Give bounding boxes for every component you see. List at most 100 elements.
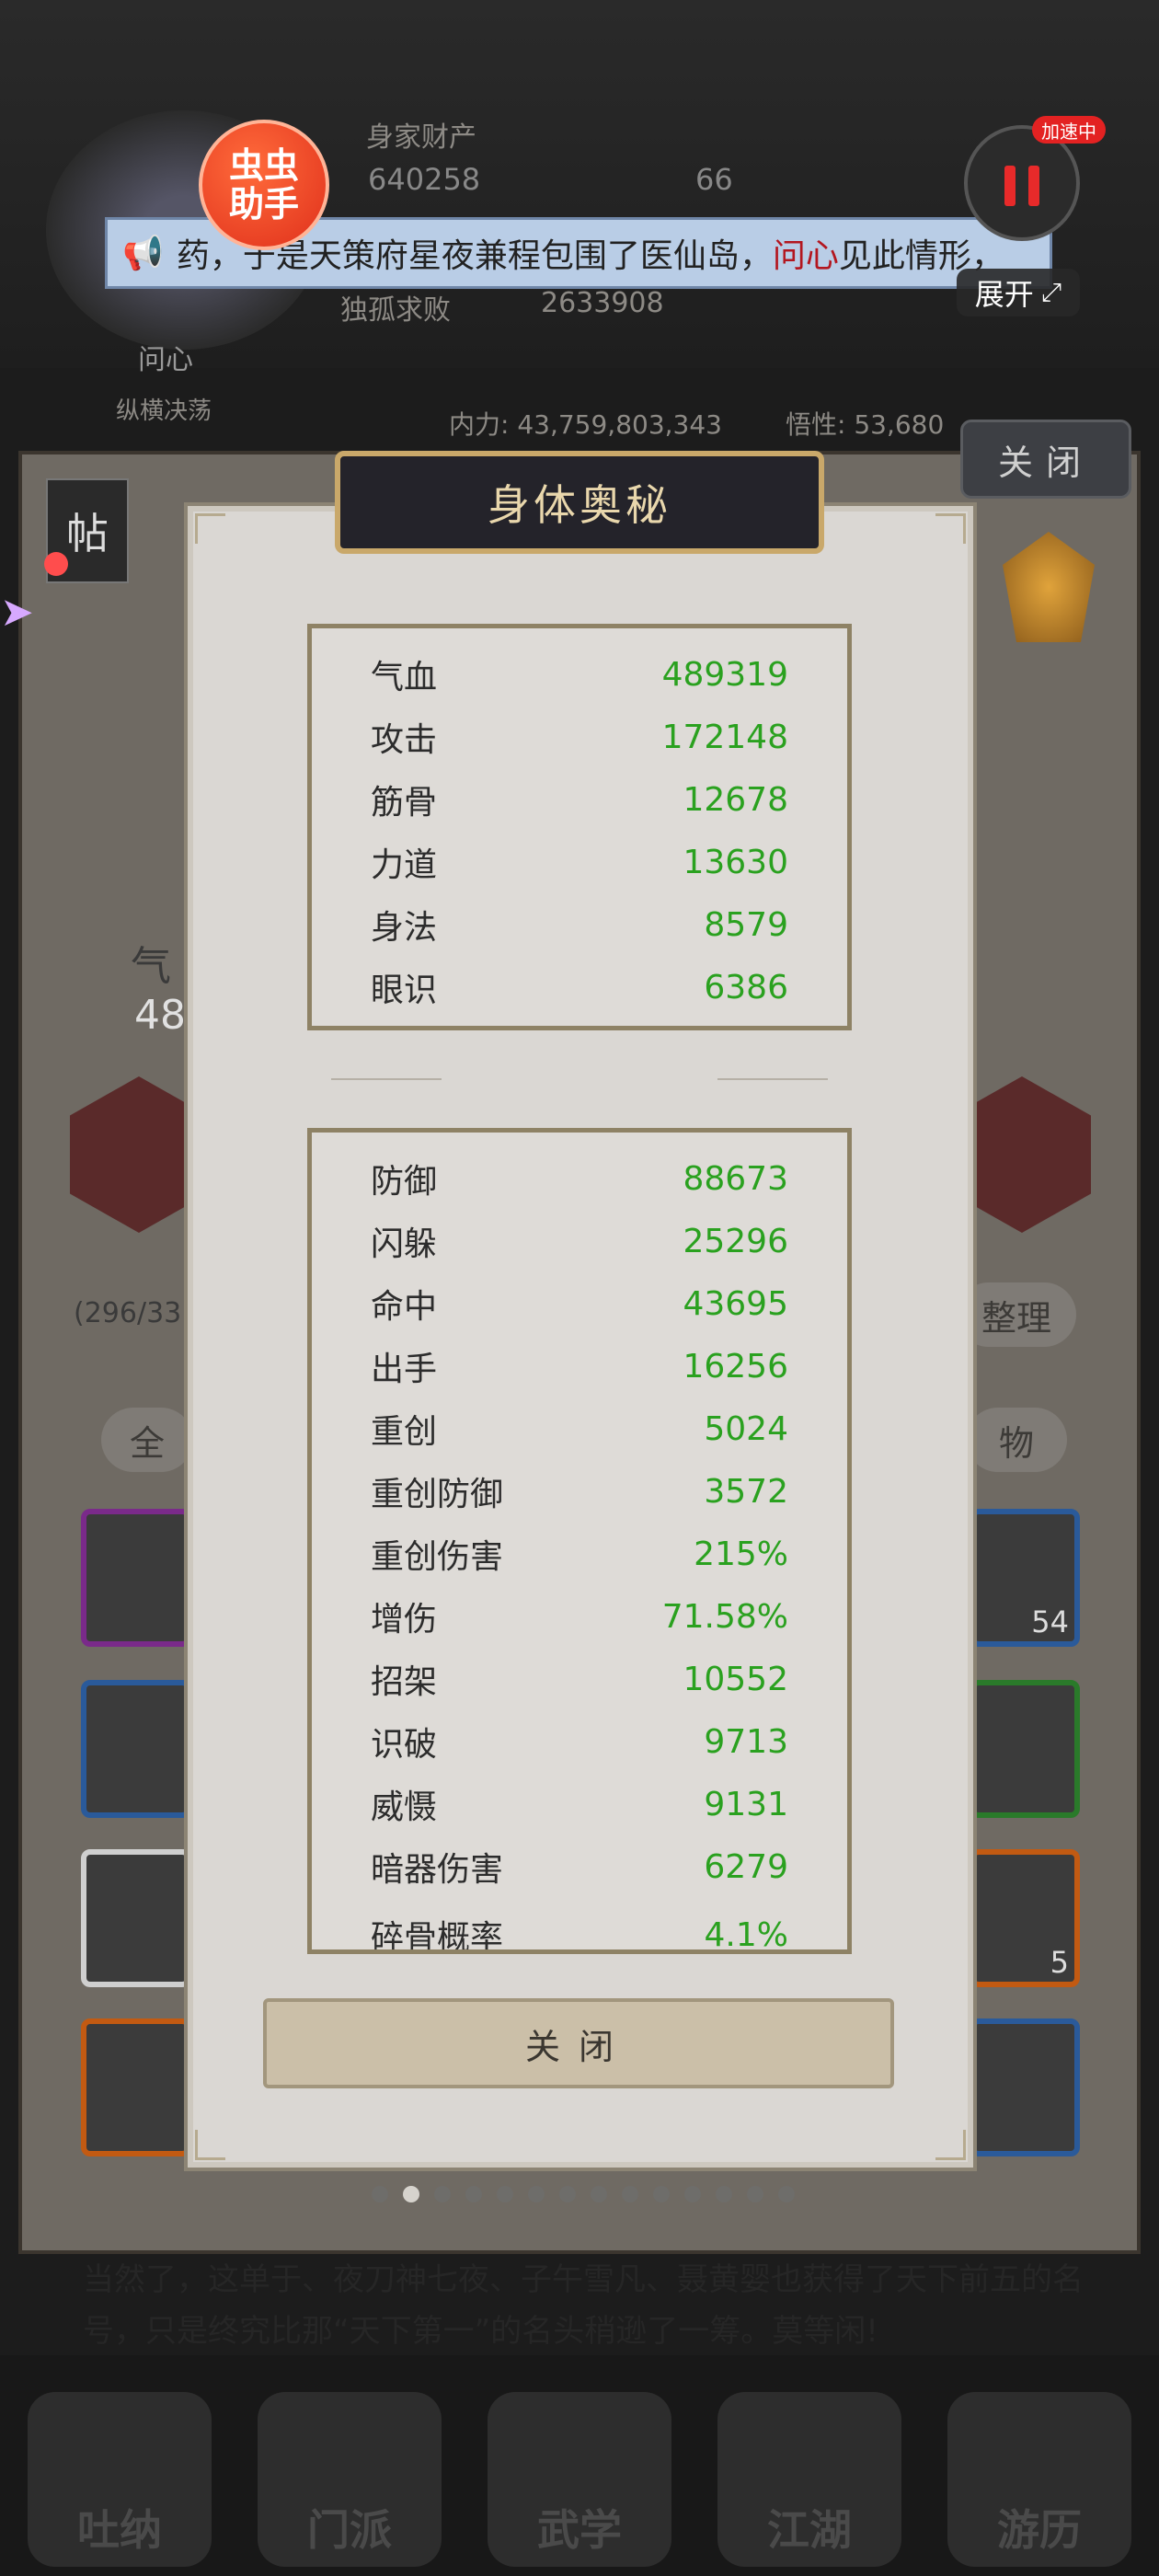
nav-youli[interactable]: 游历 <box>947 2392 1131 2567</box>
player-name: 问心 <box>138 344 193 376</box>
page-dot <box>434 2186 451 2202</box>
outer-close-button[interactable]: 关闭 <box>960 420 1131 499</box>
close-button[interactable]: 关闭 <box>263 1998 894 2088</box>
bag-count: (296/33 <box>74 1297 182 1329</box>
stat-value: 71.58% <box>661 1597 788 1636</box>
stat-label: 招架 <box>371 1663 438 1701</box>
stat-row-suigu-gailv: 碎骨概率 4.1% <box>371 1903 788 1954</box>
inventory-slot[interactable] <box>81 1509 191 1647</box>
modal-title: 身体奥秘 <box>335 451 824 554</box>
stat-value: 172148 <box>661 718 788 756</box>
stat-value: 215% <box>694 1535 788 1573</box>
side-label: 气 <box>131 943 171 990</box>
corner-ornament <box>935 2130 966 2160</box>
stat-value: 25296 <box>683 1222 788 1260</box>
expand-label: 展开 <box>974 277 1034 312</box>
page-dot <box>778 2186 795 2202</box>
stat-row-zengshang: 增伤 71.58% <box>371 1585 788 1648</box>
stat-value: 16256 <box>683 1347 788 1386</box>
inventory-slot[interactable]: 5 <box>970 1849 1080 1987</box>
helper-app-badge[interactable]: 虫虫助手 <box>199 120 329 250</box>
wealth-label: 身家财产 <box>366 121 476 154</box>
stat-label: 眼识 <box>371 972 438 1009</box>
stat-row-shipo: 识破 9713 <box>371 1710 788 1773</box>
slot-count: 54 <box>1031 1604 1069 1639</box>
stat-value: 13630 <box>683 843 788 881</box>
expand-button[interactable]: 展开 ⤢ <box>957 269 1080 316</box>
stat-row-chushou: 出手 16256 <box>371 1335 788 1397</box>
stat-value: 6386 <box>704 968 788 1006</box>
stat-label: 气血 <box>371 659 438 696</box>
stat-value: 12678 <box>683 780 788 819</box>
stat-label: 命中 <box>371 1288 438 1326</box>
stat-label: 重创防御 <box>371 1476 504 1513</box>
stat-label: 身法 <box>371 909 438 947</box>
page-dot <box>622 2186 638 2202</box>
stat-row-shenfa: 身法 8579 <box>371 893 788 956</box>
stat-row-zhongchuang-shanghai: 重创伤害 215% <box>371 1523 788 1585</box>
expand-icon: ⤢ <box>1040 277 1062 307</box>
page-dot <box>528 2186 545 2202</box>
stat-value: 5024 <box>704 1409 788 1448</box>
stat-value: 9131 <box>704 1785 788 1823</box>
nav-jianghu[interactable]: 江湖 <box>717 2392 901 2567</box>
nav-tuna[interactable]: 吐纳 <box>28 2392 212 2567</box>
stat-label: 筋骨 <box>371 784 438 822</box>
stat-value: 43695 <box>683 1284 788 1323</box>
inventory-slot[interactable]: 54 <box>970 1509 1080 1647</box>
inventory-slot[interactable] <box>81 1680 191 1818</box>
stat-label: 增伤 <box>371 1601 438 1639</box>
inventory-slot[interactable] <box>81 2018 191 2156</box>
stat-label: 碎骨概率 <box>371 1919 504 1954</box>
divider-line <box>331 1078 442 1080</box>
primary-stats-box: 气血 489319 攻击 172148 筋骨 12678 力道 13630 身法… <box>307 624 852 1030</box>
corner-ornament <box>195 2130 225 2160</box>
page-dot <box>497 2186 513 2202</box>
speed-badge: 加速中 <box>1032 116 1106 144</box>
side-value: 48 <box>134 992 186 1039</box>
stat-row-weishe: 威慑 9131 <box>371 1773 788 1835</box>
neili-stat: 内力: 43,759,803,343 <box>449 409 722 440</box>
page-indicator <box>372 2186 795 2202</box>
page-dot <box>653 2186 670 2202</box>
inventory-slot[interactable] <box>970 1680 1080 1818</box>
stat-row-shanduo: 闪躲 25296 <box>371 1210 788 1272</box>
nav-menpai[interactable]: 门派 <box>258 2392 442 2567</box>
wuxing-stat: 悟性: 53,680 <box>786 409 945 440</box>
stat-label: 重创伤害 <box>371 1538 504 1576</box>
title-badge: 独孤求败 <box>340 294 451 327</box>
stat-value: 489319 <box>661 655 788 694</box>
stat-row-jingu: 筋骨 12678 <box>371 768 788 831</box>
helper-label: 虫虫助手 <box>228 145 299 224</box>
stat-label: 防御 <box>371 1163 438 1201</box>
inventory-slot[interactable] <box>970 2018 1080 2156</box>
nav-wuxue[interactable]: 武学 <box>488 2392 671 2567</box>
slot-count: 5 <box>1050 1945 1069 1980</box>
story-text: 当然了，这单于、夜刀神七夜、子午雪凡、聂黄婴也获得了天下前五的名号，只是终究比那… <box>83 2261 1084 2350</box>
stat-value: 6279 <box>704 1847 788 1886</box>
stat-label: 闪躲 <box>371 1225 438 1263</box>
filter-item-tab[interactable]: 物 <box>966 1408 1067 1472</box>
stat-label: 重创 <box>371 1413 438 1451</box>
stat-row-gongji: 攻击 172148 <box>371 706 788 768</box>
stat-row-zhongchuang: 重创 5024 <box>371 1397 788 1460</box>
expand-arrow-icon[interactable]: ➤ <box>0 589 37 672</box>
page-dot <box>465 2186 482 2202</box>
stat-row-mingzhong: 命中 43695 <box>371 1272 788 1335</box>
divider-line <box>717 1078 828 1080</box>
inventory-slot[interactable] <box>81 1849 191 1987</box>
page-dot <box>684 2186 701 2202</box>
notification-dot <box>44 552 68 576</box>
stat-label: 出手 <box>371 1351 438 1388</box>
stat-row-zhaojia: 招架 10552 <box>371 1648 788 1710</box>
page-dot <box>591 2186 607 2202</box>
stat-label: 力道 <box>371 846 438 884</box>
stat-row-yanshi: 眼识 6386 <box>371 956 788 1018</box>
secondary-stats-box[interactable]: 防御 88673 闪躲 25296 命中 43695 出手 16256 重创 5… <box>307 1128 852 1954</box>
corner-ornament <box>195 513 225 544</box>
pause-icon <box>1004 166 1016 206</box>
corner-ornament <box>935 513 966 544</box>
megaphone-icon: 📢 <box>122 235 164 272</box>
page-dot <box>559 2186 576 2202</box>
filter-all-tab[interactable]: 全 <box>101 1408 193 1472</box>
